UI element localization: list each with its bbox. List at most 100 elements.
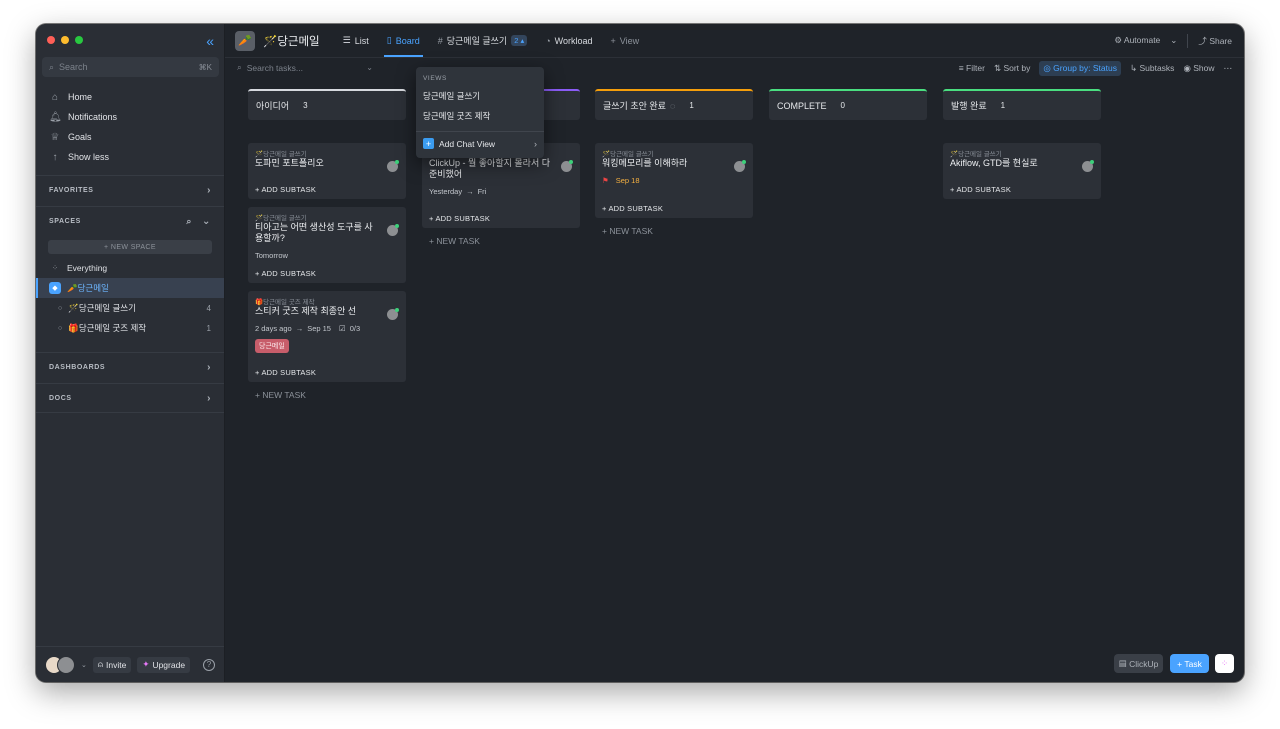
help-icon[interactable]: ? — [203, 658, 215, 671]
assignee-avatar[interactable] — [387, 308, 399, 320]
sidebar-item-list-goods[interactable]: ○ 🎁당근메일 굿즈 제작 1 — [36, 318, 224, 338]
automate-button[interactable]: ⚙ Automate — [1114, 35, 1160, 46]
add-chat-label: Add Chat View — [439, 138, 496, 149]
check-circle-icon: ◌ — [669, 100, 676, 111]
search-tasks-placeholder: Search tasks... — [246, 62, 303, 73]
add-subtask-button[interactable]: + ADD SUBTASK — [255, 269, 316, 278]
view-option-writing[interactable]: 당근메일 글쓰기 — [416, 86, 544, 106]
tab-writing-view[interactable]: # 당근메일 글쓰기 2 ▴ — [431, 24, 535, 57]
docs-section[interactable]: DOCS › — [36, 383, 224, 413]
add-view-button[interactable]: + View — [604, 24, 647, 57]
new-task-button[interactable]: + NEW TASK — [602, 226, 653, 236]
spaces-section[interactable]: SPACES ⌕ ⌄ — [36, 206, 224, 236]
header-actions: ⚙ Automate ⌄ ⤴ Share — [1114, 24, 1232, 57]
close-window-button[interactable] — [47, 36, 55, 44]
maximize-window-button[interactable] — [75, 36, 83, 44]
workspace-avatar[interactable] — [57, 655, 75, 674]
sidebar-item-notifications[interactable]: 🔔︎ Notifications — [36, 107, 224, 127]
doc-icon: ▤ — [1118, 658, 1127, 668]
new-task-fab[interactable]: + Task — [1170, 654, 1209, 673]
column-header[interactable]: 발행 완료 1 — [943, 89, 1101, 120]
search-tasks-input[interactable]: ⌕ Search tasks... ⌄ — [237, 62, 373, 73]
show-button[interactable]: ◉ Show — [1183, 63, 1214, 74]
sidebar-footer: ⌄ ⍝ Invite ✦ Upgrade ? — [36, 646, 224, 682]
chevron-down-icon[interactable]: ⌄ — [1170, 35, 1177, 46]
column-header[interactable]: COMPLETE 0 — [769, 89, 927, 120]
add-subtask-button[interactable]: + ADD SUBTASK — [429, 214, 490, 223]
board-toolbar: ⌕ Search tasks... ⌄ ≡ Filter ⇅ Sort by ◎… — [225, 57, 1244, 77]
column-header[interactable]: 아이디어 3 — [248, 89, 406, 120]
filter-button[interactable]: ≡ Filter — [959, 63, 985, 73]
sidebar-item-show-less[interactable]: ↑ Show less — [36, 147, 224, 167]
group-by-button[interactable]: ◎ Group by: Status — [1039, 60, 1121, 76]
card-dates[interactable]: 2 days ago → Sep 15 ☑ 0/3 — [255, 324, 399, 333]
space-icon[interactable]: 🥕 — [235, 30, 255, 51]
favorites-section[interactable]: FAVORITES › — [36, 175, 224, 205]
sidebar-item-list-writing[interactable]: ○ 🪄당근메일 글쓰기 4 — [36, 298, 224, 318]
new-space-button[interactable]: + NEW SPACE — [48, 240, 212, 254]
card-due-date[interactable]: ⚑ Sep 18 — [602, 176, 746, 185]
add-subtask-button[interactable]: + ADD SUBTASK — [255, 185, 316, 194]
view-option-goods[interactable]: 당근메일 굿즈 제작 — [416, 106, 544, 126]
add-chat-view-button[interactable]: + Add Chat View › — [416, 138, 544, 149]
assignee-avatar[interactable] — [734, 160, 746, 172]
list-circle-icon: ○ — [58, 324, 63, 332]
board: 아이디어 3 글쓰기 초안 완료 ◌ 1 COMPLETE 0 발행 완료 1 … — [225, 67, 1244, 682]
assignee-avatar[interactable] — [1082, 160, 1094, 172]
sidebar-item-space[interactable]: ◆ 🥕당근메일 — [36, 278, 224, 298]
task-card[interactable]: 🪄당근메일 글쓰기 티아고는 어떤 생산성 도구를 사용할까? Tomorrow… — [248, 207, 406, 283]
toolbar-actions: ≡ Filter ⇅ Sort by ◎ Group by: Status ↳ … — [959, 58, 1232, 78]
search-spaces-icon[interactable]: ⌕ — [186, 216, 192, 227]
sidebar-item-everything[interactable]: ⁘ Everything — [36, 258, 224, 278]
assignee-avatar[interactable] — [387, 224, 399, 236]
sort-button[interactable]: ⇅ Sort by — [994, 63, 1030, 74]
card-due-date[interactable]: Tomorrow — [255, 251, 399, 260]
sidebar-item-label: Home — [68, 92, 93, 102]
collapse-sidebar-icon[interactable]: « — [206, 33, 214, 49]
new-task-button[interactable]: + NEW TASK — [429, 236, 480, 246]
chevron-down-icon[interactable]: ⌄ — [202, 216, 211, 227]
chevron-down-icon[interactable]: ⌄ — [81, 661, 87, 669]
sidebar-search[interactable]: ⌕ Search ⌘K — [42, 57, 219, 77]
subtasks-button[interactable]: ↳ Subtasks — [1130, 63, 1174, 74]
sort-label: Sort by — [1003, 62, 1031, 73]
add-subtask-button[interactable]: + ADD SUBTASK — [255, 368, 316, 377]
clickup-label: ClickUp — [1129, 658, 1159, 669]
clickup-doc-button[interactable]: ▤ ClickUp — [1114, 654, 1163, 673]
invite-button[interactable]: ⍝ Invite — [92, 656, 132, 673]
minimize-window-button[interactable] — [61, 36, 69, 44]
sidebar-item-goals[interactable]: ♕ Goals — [36, 127, 224, 147]
chevron-right-icon: › — [207, 362, 211, 373]
sidebar-item-home[interactable]: ⌂ Home — [36, 87, 224, 107]
subtask-icon: ↳ — [1129, 62, 1138, 73]
apps-grid-icon[interactable]: ⁘ — [1215, 654, 1234, 673]
dashboards-label: DASHBOARDS — [49, 364, 106, 371]
board-icon: ▯ — [386, 35, 392, 45]
views-count-badge[interactable]: 2 ▴ — [511, 35, 528, 46]
card-title: 티아고는 어떤 생산성 도구를 사용할까? — [255, 222, 373, 243]
tab-board[interactable]: ▯ Board — [380, 24, 427, 57]
tab-workload[interactable]: ◔ Workload — [538, 24, 599, 57]
more-icon[interactable]: ⋯ — [1224, 63, 1233, 74]
add-user-icon: ⍝ — [97, 659, 103, 669]
task-card[interactable]: 🪄당근메일 글쓰기 Akiflow, GTD를 현실로 + ADD SUBTAS… — [943, 143, 1101, 199]
task-card[interactable]: 🪄당근메일 글쓰기 도파민 포트폴리오 + ADD SUBTASK — [248, 143, 406, 199]
chevron-down-icon[interactable]: ⌄ — [366, 63, 373, 72]
assignee-avatar[interactable] — [561, 160, 573, 172]
card-dates[interactable]: Yesterday → Fri — [429, 187, 573, 196]
card-breadcrumb: 🎁당근메일 굿즈 제작 — [255, 299, 315, 306]
column-header[interactable]: 글쓰기 초안 완료 ◌ 1 — [595, 89, 753, 120]
new-task-button[interactable]: + NEW TASK — [255, 390, 306, 400]
add-subtask-button[interactable]: + ADD SUBTASK — [950, 185, 1011, 194]
share-button[interactable]: ⤴ Share — [1198, 35, 1232, 47]
trophy-icon: ♕ — [50, 131, 60, 143]
task-card[interactable]: 🎁당근메일 굿즈 제작 스티커 굿즈 제작 최종안 선 2 days ago →… — [248, 291, 406, 382]
tag-badge[interactable]: 당근메일 — [255, 339, 289, 353]
assignee-avatar[interactable] — [387, 160, 399, 172]
add-subtask-button[interactable]: + ADD SUBTASK — [602, 204, 663, 213]
task-card[interactable]: 🪄당근메일 글쓰기 워킹메모리를 이해하라 ⚑ Sep 18 + ADD SUB… — [595, 143, 753, 218]
dashboards-section[interactable]: DASHBOARDS › — [36, 352, 224, 382]
tab-list[interactable]: ☰ List — [336, 24, 376, 57]
due-date: Fri — [477, 187, 487, 196]
upgrade-button[interactable]: ✦ Upgrade — [137, 656, 191, 673]
